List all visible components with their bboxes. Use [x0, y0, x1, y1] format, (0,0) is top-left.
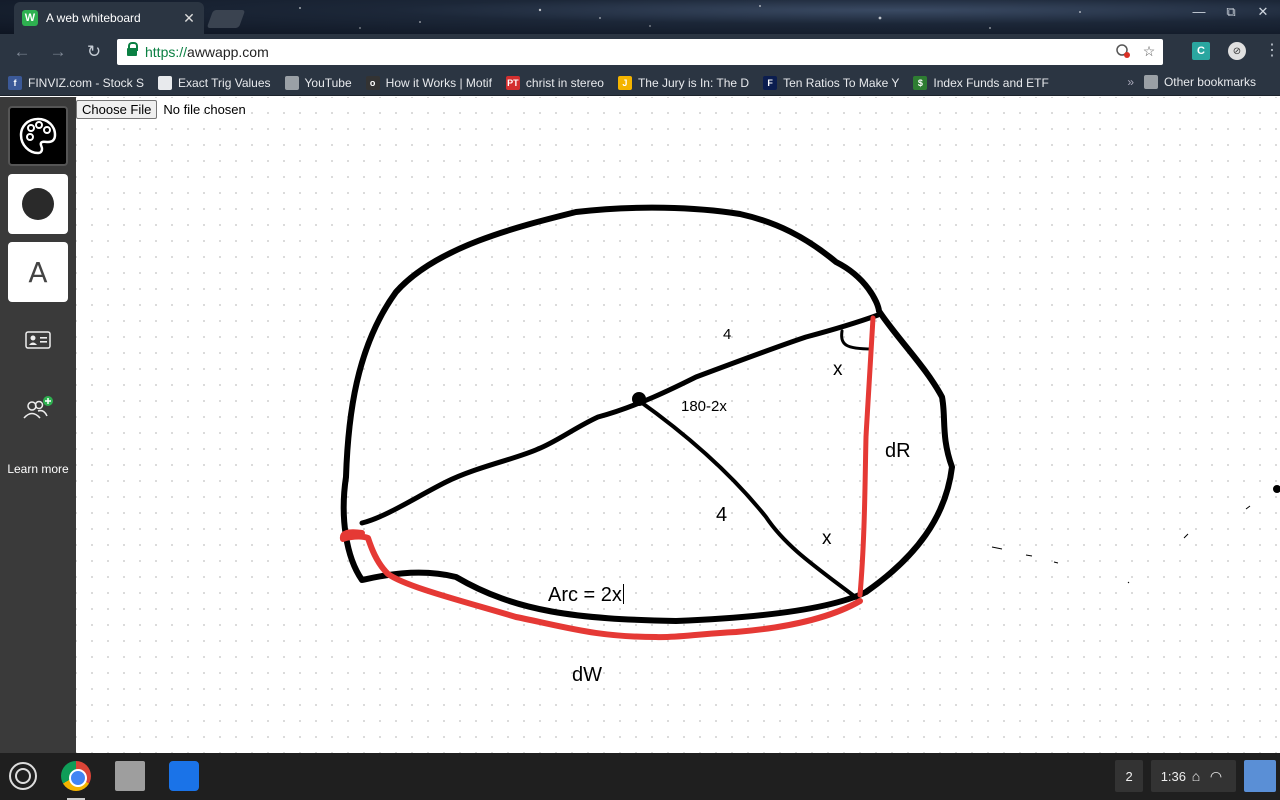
brush-tool-button[interactable] — [8, 174, 68, 234]
label-arc[interactable]: Arc = 2x — [548, 584, 624, 607]
label-lower-radius: 4 — [716, 504, 728, 526]
window-controls: — ⧉ ✕ — [1188, 4, 1274, 20]
bookmarks-bar: f FINVIZ.com - Stock S Exact Trig Values Yo… — [0, 70, 1280, 96]
jury-icon: J — [617, 75, 632, 90]
bookmark-item[interactable]: $ Index Funds and ETF — [913, 75, 1049, 90]
tab-close-icon[interactable]: ✕ — [182, 10, 196, 27]
text-caret — [622, 584, 624, 604]
label-red-arc: dW — [572, 664, 602, 686]
notification-count[interactable]: 2 — [1115, 760, 1143, 792]
clock[interactable]: 1:36 ⌂ ◠ — [1150, 760, 1236, 792]
bookmark-item[interactable]: f FINVIZ.com - Stock S — [8, 75, 145, 90]
radius-lower-stroke — [636, 398, 860, 601]
url-scheme: https:// — [145, 44, 188, 60]
tab-title: A web whiteboard — [46, 11, 141, 25]
bookmark-label: Exact Trig Values — [178, 75, 271, 90]
bookmark-label: YouTube — [304, 75, 352, 90]
dollar-icon: $ — [913, 75, 928, 90]
id-card-icon — [25, 331, 51, 349]
os-shelf: 2 1:36 ⌂ ◠ — [0, 753, 1280, 800]
pt-icon: PT — [505, 75, 520, 90]
stray-dot — [1273, 485, 1280, 493]
system-tray[interactable]: 2 1:36 ⌂ ◠ — [1115, 760, 1280, 792]
files-icon[interactable] — [169, 761, 199, 791]
folder-icon — [1143, 75, 1158, 89]
bookmark-label: The Jury is In: The D — [637, 75, 750, 90]
label-center-angle: 180-2x — [681, 398, 727, 415]
lock-icon[interactable] — [127, 42, 138, 57]
bookmark-label: FINVIZ.com - Stock S — [28, 75, 145, 90]
back-icon[interactable]: ← — [8, 38, 36, 66]
bookmark-star-icon[interactable]: ☆ — [1141, 43, 1157, 59]
whiteboard-favicon-icon: W — [22, 10, 38, 26]
label-arc-text: Arc = 2x — [548, 584, 622, 606]
browser-titlebar: W A web whiteboard ✕ — ⧉ ✕ — [0, 0, 1280, 34]
brush-dot-icon — [22, 188, 54, 220]
clock-time: 1:36 — [1160, 768, 1186, 784]
web-store-icon[interactable] — [115, 761, 145, 791]
text-icon: A — [28, 255, 48, 289]
forbes-icon: F — [763, 75, 778, 90]
stray-marks — [991, 505, 1251, 584]
diameter-stroke — [359, 312, 881, 526]
bookmark-label: Index Funds and ETF — [933, 75, 1049, 90]
bookmark-item[interactable]: J The Jury is In: The D — [617, 75, 750, 90]
forward-icon[interactable]: → — [44, 38, 72, 66]
home-icon: ⌂ — [1191, 768, 1201, 784]
bookmark-label: christ in stereo — [525, 75, 604, 90]
angle-mark-stroke — [840, 329, 874, 351]
chrome-icon[interactable] — [61, 761, 91, 800]
launcher-icon[interactable] — [9, 762, 37, 790]
bookmarks-overflow-icon[interactable]: » — [1127, 75, 1134, 89]
other-bookmarks-label: Other bookmarks — [1163, 75, 1256, 89]
new-tab-button[interactable] — [206, 10, 246, 28]
folder-icon — [284, 75, 299, 90]
address-bar[interactable]: https:// awwapp.com ☆ — [117, 39, 1163, 65]
close-window-icon[interactable]: ✕ — [1252, 4, 1274, 20]
motif-icon: o — [365, 75, 380, 90]
center-point — [632, 392, 646, 406]
bookmark-item[interactable]: Exact Trig Values — [158, 75, 271, 90]
label-angle-bottom: x — [822, 528, 832, 549]
page-icon — [158, 75, 173, 90]
whiteboard-canvas[interactable]: Choose File No file chosen 4 x 180-2x dR… — [76, 97, 1280, 753]
palette-tool-button[interactable] — [8, 106, 68, 166]
bookmark-item[interactable]: o How it Works | Motif — [365, 75, 492, 90]
avatar[interactable] — [1244, 760, 1276, 792]
facebook-icon: f — [8, 75, 22, 90]
learn-more-link[interactable]: Learn more — [0, 463, 76, 475]
text-tool-button[interactable]: A — [8, 242, 68, 302]
bookmark-item[interactable]: F Ten Ratios To Make Y — [763, 75, 900, 90]
whiteboard-toolbar: A Learn more — [0, 97, 76, 753]
palette-icon — [19, 117, 57, 155]
label-chord: dR — [885, 440, 911, 462]
bookmark-item[interactable]: PT christ in stereo — [505, 75, 604, 90]
bookmark-item[interactable]: YouTube — [284, 75, 352, 90]
reload-icon[interactable]: ↻ — [80, 38, 108, 66]
minimize-icon[interactable]: — — [1188, 4, 1210, 20]
chrome-menu-icon[interactable]: ⋮ — [1264, 42, 1280, 60]
add-users-icon — [23, 396, 53, 419]
label-angle-top: x — [833, 359, 843, 380]
bookmark-label: How it Works | Motif — [385, 75, 492, 90]
bookmark-label: Ten Ratios To Make Y — [783, 75, 900, 90]
card-tool-button[interactable] — [8, 310, 68, 370]
extension-compass-icon[interactable]: ⊘ — [1228, 42, 1246, 60]
url-host: awwapp.com — [187, 44, 269, 60]
wifi-icon: ◠ — [1209, 767, 1223, 784]
red-chord-stroke — [857, 315, 876, 598]
blocked-content-icon[interactable] — [1115, 43, 1131, 59]
maximize-icon[interactable]: ⧉ — [1220, 4, 1242, 20]
browser-toolbar: ← → ↻ https:// awwapp.com ☆ C ⊘ ⋮ — [0, 34, 1280, 70]
whiteboard-drawing — [339, 204, 1280, 641]
invite-users-button[interactable] — [8, 378, 68, 438]
browser-tab-active[interactable]: W A web whiteboard ✕ — [14, 2, 204, 34]
extension-c-icon[interactable]: C — [1192, 42, 1210, 60]
label-top-radius: 4 — [723, 326, 732, 343]
other-bookmarks-folder[interactable]: Other bookmarks — [1143, 75, 1256, 89]
